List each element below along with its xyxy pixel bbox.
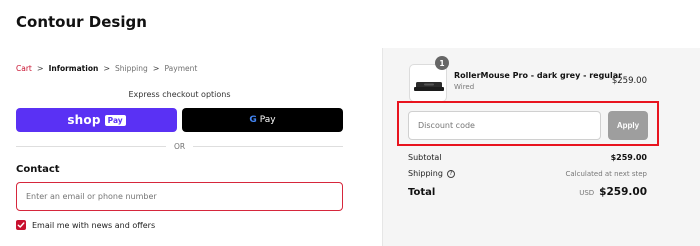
breadcrumb-payment: Payment [164,64,198,73]
google-pay-button[interactable]: G Pay [182,108,343,132]
breadcrumb: Cart > Information > Shipping > Payment [16,64,197,73]
divider-line [193,146,343,147]
shipping-label-group: Shipping ? [408,169,455,178]
contact-heading: Contact [16,164,60,175]
breadcrumb-shipping: Shipping [115,64,148,73]
shop-pay-button[interactable]: shop Pay [16,108,177,132]
product-price: $259.00 [611,76,647,86]
or-text: OR [173,142,186,151]
shipping-row: Shipping ? Calculated at next step [408,169,647,178]
google-pay-label: Pay [259,115,276,125]
chevron-right-icon: > [152,64,160,73]
product-name: RollerMouse Pro - dark grey - regular [454,71,623,80]
or-divider: OR [16,142,343,151]
total-row: Total USD $259.00 [408,186,647,198]
divider-line [16,146,166,147]
discount-code-input[interactable] [408,111,601,140]
total-label: Total [408,187,436,198]
checkmark-icon [17,222,25,228]
shop-pay-badge: Pay [104,114,126,126]
email-field[interactable] [16,182,343,211]
checkout-main: Contour Design Cart > Information > Ship… [0,0,382,246]
shop-pay-logo: shop [67,113,101,127]
subtotal-value: $259.00 [610,153,647,162]
shipping-value: Calculated at next step [565,170,648,178]
total-amount-group: USD $259.00 [579,186,647,198]
shipping-label: Shipping [408,169,443,178]
breadcrumb-cart[interactable]: Cart [16,64,32,73]
help-icon[interactable]: ? [446,169,455,178]
chevron-right-icon: > [36,64,44,73]
chevron-right-icon: > [103,64,111,73]
product-variant: Wired [454,83,475,91]
total-amount: $259.00 [599,186,647,198]
newsletter-label: Email me with news and offers [32,220,156,230]
breadcrumb-information: Information [48,64,99,73]
apply-discount-button[interactable]: Apply [608,111,648,140]
newsletter-checkbox[interactable] [16,220,26,230]
order-summary: 1 RollerMouse Pro - dark grey - regular … [382,48,700,246]
express-checkout-label: Express checkout options [128,90,231,99]
subtotal-row: Subtotal $259.00 [408,153,647,162]
newsletter-option[interactable]: Email me with news and offers [16,220,155,230]
currency-code: USD [579,189,595,197]
rollermouse-image [414,82,444,91]
store-title[interactable]: Contour Design [16,13,147,31]
subtotal-label: Subtotal [408,153,442,162]
google-g-icon: G [249,115,257,125]
quantity-badge: 1 [435,56,449,70]
